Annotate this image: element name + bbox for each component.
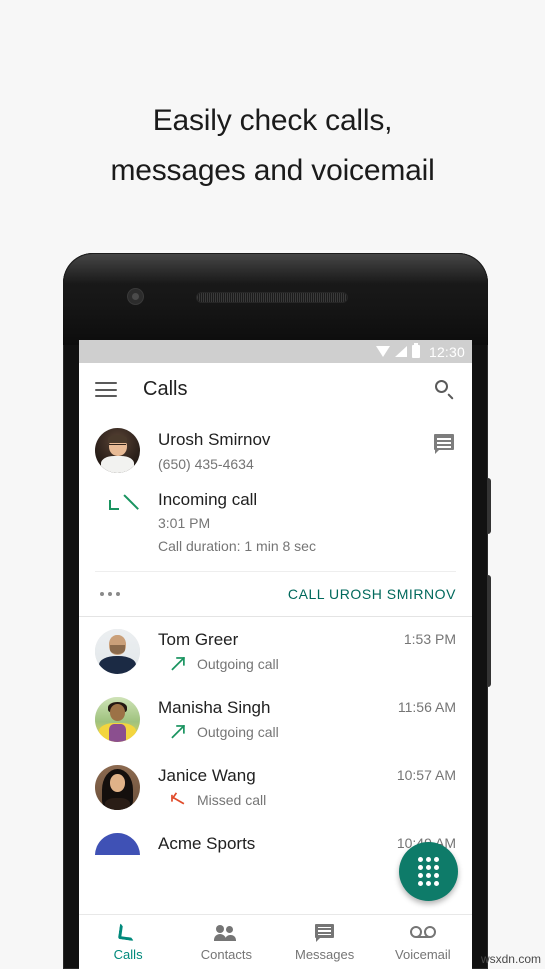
hamburger-menu-icon[interactable] bbox=[95, 382, 117, 397]
signal-icon bbox=[394, 346, 407, 357]
headline-line-2: messages and voicemail bbox=[110, 154, 435, 187]
acme-sports-avatar bbox=[95, 833, 140, 855]
avatar bbox=[95, 629, 140, 674]
bottom-navigation-bar: Calls Contacts Messages Voicemail bbox=[79, 914, 472, 969]
hamburger-line bbox=[95, 395, 117, 397]
list-item[interactable]: Janice Wang Missed call 10:57 AM bbox=[79, 753, 472, 821]
dialpad-icon bbox=[418, 857, 439, 886]
expanded-call-card[interactable]: Urosh Smirnov (650) 435-4634 Incoming ca… bbox=[79, 416, 472, 617]
battery-icon bbox=[411, 343, 420, 358]
call-duration: Call duration: 1 min 8 sec bbox=[158, 538, 316, 554]
phone-handset-icon bbox=[118, 922, 138, 943]
caller-name: Urosh Smirnov bbox=[158, 430, 271, 449]
call-card-body: Incoming call 3:01 PM Call duration: 1 m… bbox=[79, 481, 472, 561]
list-item-meta: Tom Greer Outgoing call bbox=[158, 629, 404, 672]
call-type: Outgoing call bbox=[197, 655, 279, 672]
call-card-header: Urosh Smirnov (650) 435-4634 bbox=[79, 416, 472, 481]
hamburger-line bbox=[95, 388, 117, 391]
hamburger-line bbox=[95, 382, 117, 384]
app-bar: Calls bbox=[79, 363, 472, 416]
nav-label: Calls bbox=[113, 947, 143, 962]
nav-item-voicemail[interactable]: Voicemail bbox=[374, 915, 472, 969]
contact-name: Manisha Singh bbox=[158, 698, 271, 717]
page-headline: Easily check calls, messages and voicema… bbox=[0, 96, 545, 196]
call-type: Outgoing call bbox=[197, 723, 279, 740]
earpiece-speaker bbox=[197, 293, 347, 302]
more-options-icon[interactable] bbox=[95, 592, 120, 596]
call-type: Missed call bbox=[197, 791, 267, 808]
message-bubble-icon[interactable] bbox=[434, 434, 456, 454]
nav-label: Voicemail bbox=[395, 947, 451, 962]
call-time: 1:53 PM bbox=[403, 631, 456, 647]
call-direction-column bbox=[95, 489, 140, 557]
page-title: Calls bbox=[143, 378, 188, 400]
incoming-call-arrow-icon bbox=[108, 493, 139, 512]
call-contact-button[interactable]: CALL UROSH SMIRNOV bbox=[288, 586, 456, 602]
call-time: 3:01 PM bbox=[158, 515, 211, 531]
avatar bbox=[95, 765, 140, 810]
list-item-meta: Manisha Singh Outgoing call bbox=[158, 697, 398, 740]
search-icon[interactable] bbox=[434, 379, 456, 401]
outgoing-call-arrow-icon bbox=[170, 656, 185, 671]
call-time: 10:57 AM bbox=[396, 767, 456, 783]
urosh-smirnov-avatar bbox=[95, 428, 140, 473]
list-item[interactable]: Manisha Singh Outgoing call 11:56 AM bbox=[79, 685, 472, 753]
contact-name: Janice Wang bbox=[158, 766, 256, 785]
call-type-row: Outgoing call bbox=[158, 723, 398, 740]
headline-line-1: Easily check calls, bbox=[152, 104, 393, 137]
front-camera-icon bbox=[128, 289, 143, 304]
contact-name: Tom Greer bbox=[158, 630, 239, 649]
phone-mockup: 12:30 Calls Urosh Smirnov (650) 435-4634… bbox=[63, 253, 491, 969]
volume-rocker-button[interactable] bbox=[487, 575, 491, 687]
list-item[interactable]: Tom Greer Outgoing call 1:53 PM bbox=[79, 617, 472, 685]
contacts-people-icon bbox=[214, 922, 238, 943]
messages-bubble-icon bbox=[314, 922, 335, 943]
status-bar: 12:30 bbox=[79, 340, 472, 363]
list-item-meta: Janice Wang Missed call bbox=[158, 765, 397, 808]
manisha-singh-avatar bbox=[95, 697, 140, 742]
voicemail-icon bbox=[409, 922, 436, 943]
avatar bbox=[95, 697, 140, 742]
site-watermark: wsxdn.com bbox=[480, 952, 541, 966]
avatar bbox=[95, 428, 140, 473]
list-item-meta: Acme Sports bbox=[158, 833, 397, 854]
nav-item-calls[interactable]: Calls bbox=[79, 915, 177, 969]
call-time: 11:56 AM bbox=[397, 699, 456, 715]
call-type-row: Outgoing call bbox=[158, 655, 404, 672]
tom-greer-avatar bbox=[95, 629, 140, 674]
power-button[interactable] bbox=[487, 478, 491, 534]
call-card-actions: CALL UROSH SMIRNOV bbox=[95, 571, 456, 616]
nav-label: Messages bbox=[295, 947, 355, 962]
nav-item-contacts[interactable]: Contacts bbox=[177, 915, 275, 969]
call-details: Incoming call 3:01 PM Call duration: 1 m… bbox=[158, 489, 316, 557]
missed-call-arrow-icon bbox=[170, 792, 185, 806]
phone-screen: 12:30 Calls Urosh Smirnov (650) 435-4634… bbox=[79, 340, 472, 969]
wifi-icon bbox=[375, 346, 390, 357]
status-bar-clock: 12:30 bbox=[428, 343, 465, 360]
caller-meta: Urosh Smirnov (650) 435-4634 bbox=[158, 428, 434, 475]
outgoing-call-arrow-icon bbox=[170, 724, 185, 739]
call-type: Incoming call bbox=[158, 490, 258, 509]
contact-name: Acme Sports bbox=[158, 834, 256, 853]
status-bar-icons: 12:30 bbox=[375, 343, 465, 360]
dialpad-fab-button[interactable] bbox=[399, 842, 458, 901]
caller-number: (650) 435-4634 bbox=[158, 456, 254, 472]
nav-label: Contacts bbox=[200, 947, 253, 962]
nav-item-messages[interactable]: Messages bbox=[276, 915, 374, 969]
janice-wang-avatar bbox=[95, 765, 140, 810]
avatar bbox=[95, 833, 140, 855]
call-type-row: Missed call bbox=[158, 791, 397, 808]
